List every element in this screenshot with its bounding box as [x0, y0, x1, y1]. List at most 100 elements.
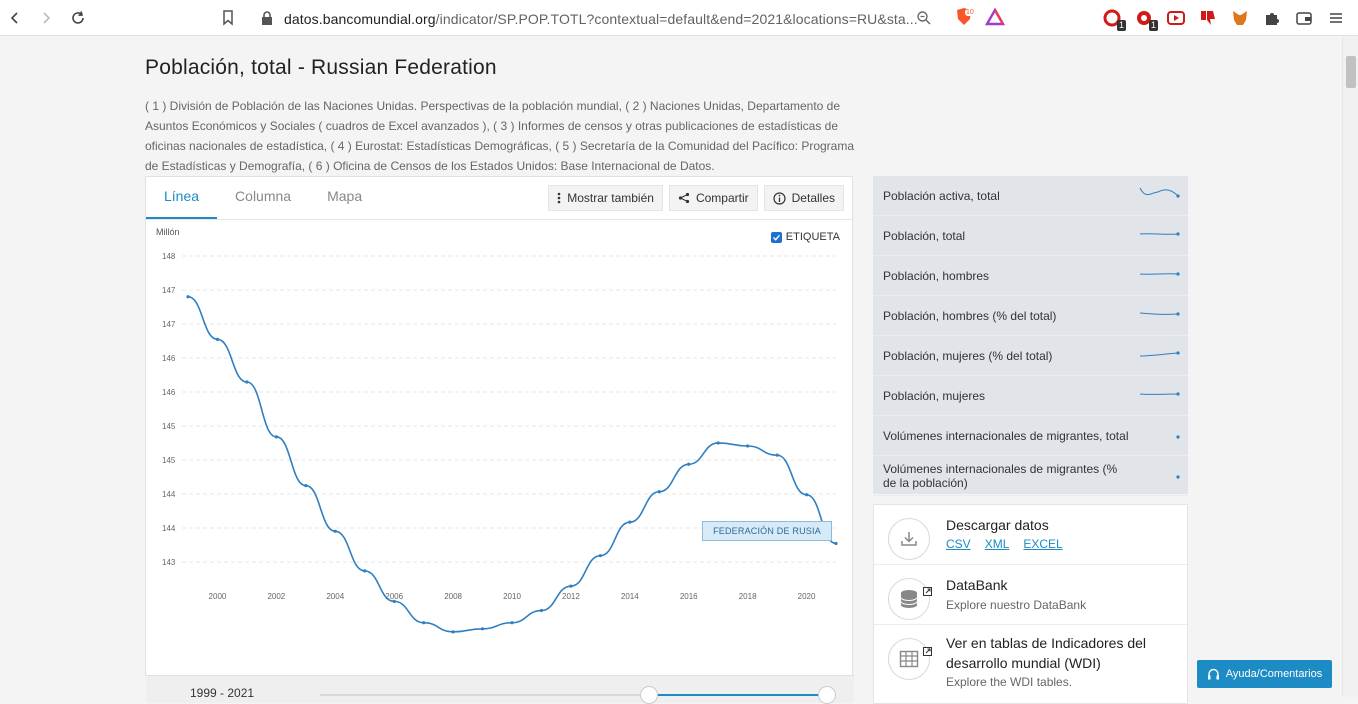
related-item-label: Volúmenes internacionales de migrantes, …	[883, 428, 1129, 443]
data-point[interactable]	[245, 380, 249, 384]
data-point[interactable]	[392, 599, 396, 603]
bookmark-icon[interactable]	[220, 9, 236, 32]
data-point[interactable]	[215, 337, 220, 341]
chart-tabs: Línea Columna Mapa	[146, 177, 380, 219]
data-point[interactable]	[274, 435, 278, 439]
data-point[interactable]	[687, 462, 691, 466]
help-feedback-button[interactable]: Ayuda/Comentarios	[1197, 660, 1332, 688]
dislike-extension-icon[interactable]	[1196, 6, 1220, 30]
data-point[interactable]	[480, 627, 485, 631]
line-chart: 148 147 147 146 146 145 145 144 144 143 2000 2002 20…	[162, 252, 838, 634]
related-item-poblacion-hombres-del-total[interactable]: Población, hombres (% del total)	[873, 296, 1188, 336]
tab-linea[interactable]: Línea	[146, 177, 218, 219]
data-point[interactable]	[746, 444, 750, 448]
compartir-button[interactable]: Compartir	[668, 185, 758, 211]
data-point[interactable]	[510, 621, 514, 625]
y-tick-label: 147	[162, 286, 176, 295]
download-title: Descargar datos	[946, 517, 1049, 533]
csv-link[interactable]: CSV	[946, 537, 971, 551]
youtube-extension-icon[interactable]	[1164, 6, 1188, 30]
detalles-button[interactable]: Detalles	[763, 185, 844, 211]
x-tick-label: 2016	[680, 592, 698, 601]
extension-2-badge: 1	[1148, 20, 1158, 31]
browser-toolbar: datos.bancomundial.org/indicator/SP.POP.…	[0, 0, 1358, 36]
url-host: datos.bancomundial.org	[284, 11, 436, 27]
range-end-handle[interactable]	[818, 686, 836, 704]
data-point[interactable]	[539, 608, 544, 613]
page-scrollbar[interactable]	[1342, 36, 1358, 697]
x-tick-label: 2010	[503, 592, 521, 601]
wdi-title: Ver en tablas de Indicadores del desarro…	[946, 635, 1147, 671]
data-point[interactable]	[628, 520, 632, 524]
extension-1-icon[interactable]: 1	[1100, 6, 1126, 31]
sparkline-icon	[1176, 435, 1180, 439]
brave-rewards-icon[interactable]	[984, 7, 1006, 31]
wdi-row[interactable]: Ver en tablas de Indicadores del desarro…	[874, 625, 1187, 703]
downloads-panel: Descargar datos CSV XML EXCEL DataBank E…	[873, 504, 1188, 704]
data-point[interactable]	[186, 295, 190, 299]
forward-button[interactable]	[32, 4, 60, 32]
range-start-handle[interactable]	[640, 686, 658, 704]
related-item-poblacion-mujeres-del-total[interactable]: Población, mujeres (% del total)	[873, 336, 1188, 376]
year-range-slider[interactable]: 1999 - 2021	[146, 675, 854, 704]
table-icon[interactable]	[888, 638, 932, 680]
data-point[interactable]	[598, 554, 602, 558]
reload-icon	[72, 11, 84, 24]
metamask-icon[interactable]	[1228, 6, 1252, 30]
scrollbar-thumb[interactable]	[1346, 56, 1356, 88]
data-point[interactable]	[804, 493, 809, 497]
wallet-icon[interactable]	[1292, 6, 1316, 30]
y-tick-label: 146	[162, 354, 176, 363]
related-item-poblacion-activa-total[interactable]: Población activa, total	[873, 176, 1188, 216]
data-point[interactable]	[304, 483, 308, 488]
puzzle-extensions-icon[interactable]	[1260, 6, 1284, 30]
back-icon	[10, 12, 18, 24]
extension-2-icon[interactable]: 1	[1132, 6, 1158, 31]
related-item-volumenes-internacionales-de-migrantes-total[interactable]: Volúmenes internacionales de migrantes, …	[873, 416, 1188, 456]
data-point[interactable]	[363, 569, 367, 573]
reload-button[interactable]	[64, 4, 92, 32]
x-tick-label: 2008	[444, 592, 462, 601]
databank-row[interactable]: DataBank Explore nuestro DataBank	[874, 565, 1187, 625]
forward-icon	[43, 12, 51, 24]
data-point[interactable]	[451, 630, 455, 634]
data-point[interactable]	[422, 621, 426, 625]
y-tick-label: 144	[162, 490, 176, 499]
url-text[interactable]: datos.bancomundial.org/indicator/SP.POP.…	[284, 11, 918, 27]
database-icon[interactable]	[888, 578, 932, 620]
x-tick-label: 2018	[739, 592, 757, 601]
tab-mapa[interactable]: Mapa	[309, 177, 380, 219]
detalles-label: Detalles	[791, 191, 835, 205]
related-item-label: Población, mujeres	[883, 388, 986, 403]
menu-icon[interactable]	[1324, 6, 1348, 30]
tab-columna[interactable]: Columna	[217, 177, 309, 219]
sparkline-icon	[1139, 392, 1180, 396]
related-item-poblacion-total[interactable]: Población, total	[873, 216, 1188, 256]
download-icon[interactable]	[888, 518, 930, 560]
related-item-poblacion-hombres[interactable]: Población, hombres	[873, 256, 1188, 296]
address-bar[interactable]: datos.bancomundial.org/indicator/SP.POP.…	[216, 4, 1014, 32]
mostrar-tambien-button[interactable]: Mostrar también	[548, 185, 663, 211]
wdi-subtitle: Explore the WDI tables.	[946, 675, 1073, 689]
back-button[interactable]	[1, 4, 29, 32]
data-point[interactable]	[657, 490, 661, 494]
excel-link[interactable]: EXCEL	[1023, 537, 1062, 551]
data-point[interactable]	[834, 541, 838, 546]
y-tick-label: 147	[162, 320, 176, 329]
data-point[interactable]	[569, 584, 573, 588]
zoom-icon[interactable]	[916, 10, 932, 31]
x-tick-label: 2014	[621, 592, 639, 601]
related-item-volumenes-internacionales-de-migrantes-de-la-poblacion[interactable]: Volúmenes internacionales de migrantes (…	[873, 456, 1188, 496]
download-links: CSV XML EXCEL	[946, 537, 1063, 551]
y-tick-label: 145	[162, 456, 176, 465]
data-point[interactable]	[333, 529, 337, 533]
y-tick-label: 146	[162, 388, 176, 397]
lock-icon[interactable]	[260, 10, 274, 31]
year-range-label: 1999 - 2021	[190, 686, 255, 700]
xml-link[interactable]: XML	[985, 537, 1010, 551]
data-point[interactable]	[716, 441, 720, 445]
data-point[interactable]	[775, 453, 779, 457]
more-vertical-icon	[557, 192, 561, 204]
related-item-poblacion-mujeres[interactable]: Población, mujeres	[873, 376, 1188, 416]
brave-shield-icon[interactable]: 10	[953, 6, 975, 28]
